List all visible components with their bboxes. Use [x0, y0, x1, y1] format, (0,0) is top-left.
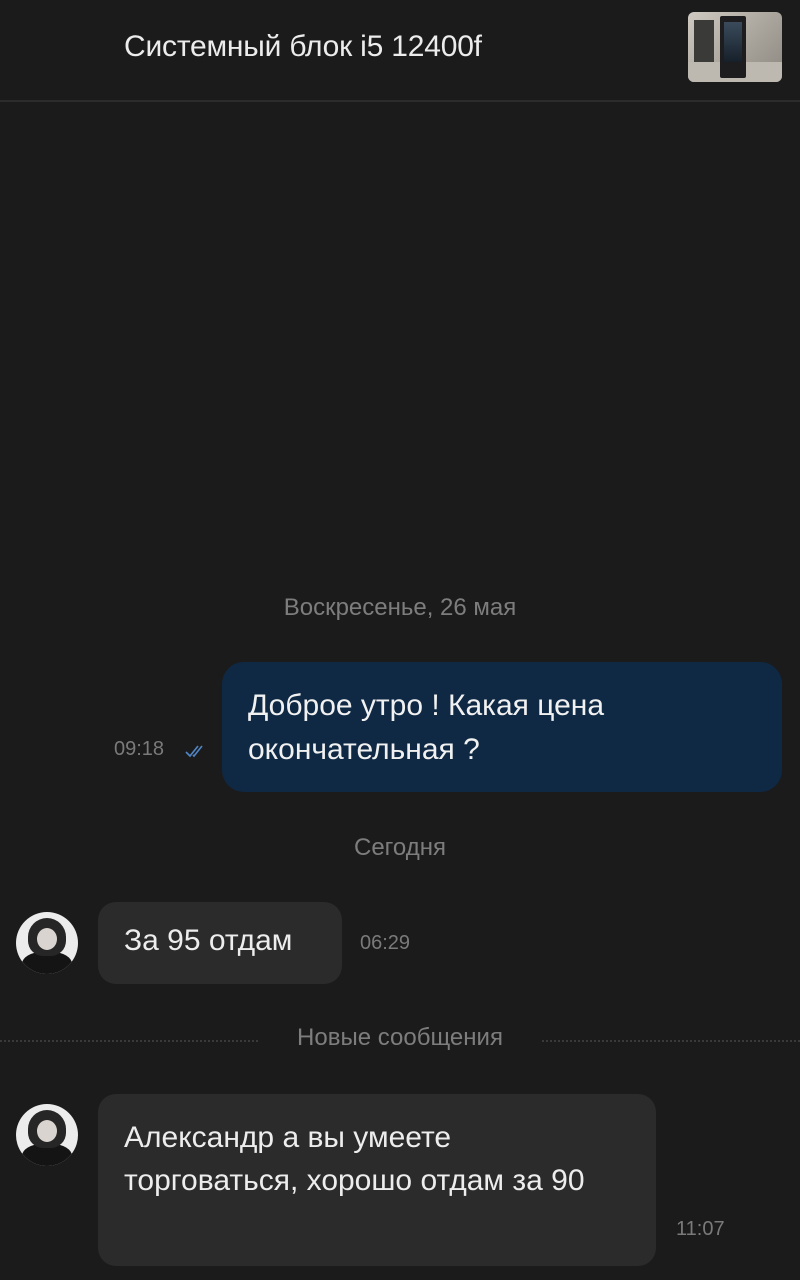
- read-check-icon: [185, 745, 203, 758]
- date-separator-sunday: Воскресенье, 26 мая: [283, 594, 517, 621]
- pc-case-glass-panel: [724, 22, 742, 62]
- message-text: За 95 отдам: [124, 924, 293, 957]
- message-time: 11:07: [676, 1218, 725, 1240]
- avatar[interactable]: [16, 1104, 78, 1166]
- chat-screen: Системный блок i5 12400f Воскресенье, 26…: [0, 0, 800, 1280]
- message-time: 09:18: [114, 738, 165, 760]
- avatar[interactable]: [16, 912, 78, 974]
- message-text: Доброе утро ! Какая цена окончательная ?: [248, 689, 605, 766]
- thumbnail-background-object: [694, 20, 714, 64]
- chat-header: Системный блок i5 12400f: [0, 0, 800, 102]
- incoming-message-bubble[interactable]: Александр а вы умеете торговаться, хорош…: [98, 1094, 656, 1266]
- listing-title[interactable]: Системный блок i5 12400f: [124, 30, 482, 64]
- new-messages-label: Новые сообщения: [297, 1024, 503, 1051]
- avatar-face: [37, 1120, 57, 1142]
- message-text: Александр а вы умеете торговаться, хорош…: [124, 1121, 585, 1197]
- message-time: 06:29: [360, 932, 411, 954]
- incoming-message-bubble[interactable]: За 95 отдам: [98, 902, 342, 984]
- listing-thumbnail[interactable]: [688, 12, 782, 82]
- outgoing-message-bubble[interactable]: Доброе утро ! Какая цена окончательная ?: [222, 662, 782, 792]
- date-separator-today: Сегодня: [354, 834, 446, 861]
- avatar-face: [37, 928, 57, 950]
